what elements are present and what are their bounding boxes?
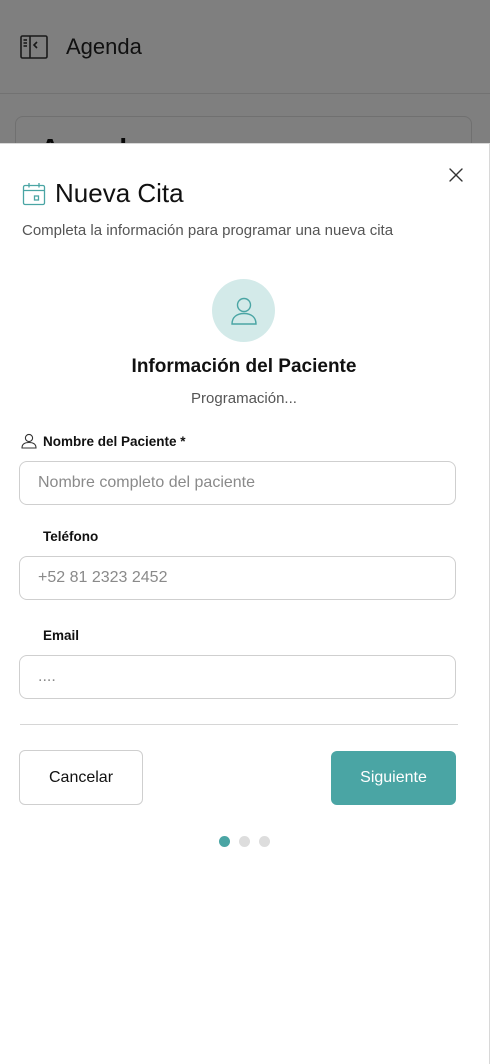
next-button[interactable]: Siguiente: [331, 751, 456, 805]
email-input[interactable]: [19, 655, 456, 699]
phone-label-text: Teléfono: [43, 529, 99, 544]
phone-input[interactable]: [19, 556, 456, 600]
patient-avatar: [212, 279, 275, 342]
email-label: Email: [43, 628, 79, 643]
cancel-button[interactable]: Cancelar: [19, 750, 143, 805]
patient-name-label: Nombre del Paciente *: [21, 433, 186, 449]
modal-header: Nueva Cita: [22, 178, 184, 209]
phone-label: Teléfono: [43, 529, 98, 544]
step-dot-1: [219, 836, 230, 847]
calendar-icon: [22, 182, 46, 205]
section-title: Información del Paciente: [131, 356, 357, 377]
step-dot-2: [239, 836, 250, 847]
modal-description: Completa la información para programar u…: [22, 222, 394, 239]
user-icon: [21, 433, 37, 449]
close-icon[interactable]: [447, 166, 465, 184]
step-indicator: [219, 836, 270, 847]
modal-title: Nueva Cita: [55, 178, 184, 208]
step-dot-3: [259, 836, 270, 847]
user-icon: [230, 297, 257, 325]
footer-divider: [20, 724, 458, 725]
patient-name-label-text: Nombre del Paciente *: [43, 433, 186, 449]
section-subtitle: Programación...: [191, 390, 297, 407]
new-appointment-modal: Nueva Cita Completa la información para …: [0, 143, 490, 1064]
email-label-text: Email: [43, 628, 80, 643]
patient-name-input[interactable]: [19, 461, 456, 505]
